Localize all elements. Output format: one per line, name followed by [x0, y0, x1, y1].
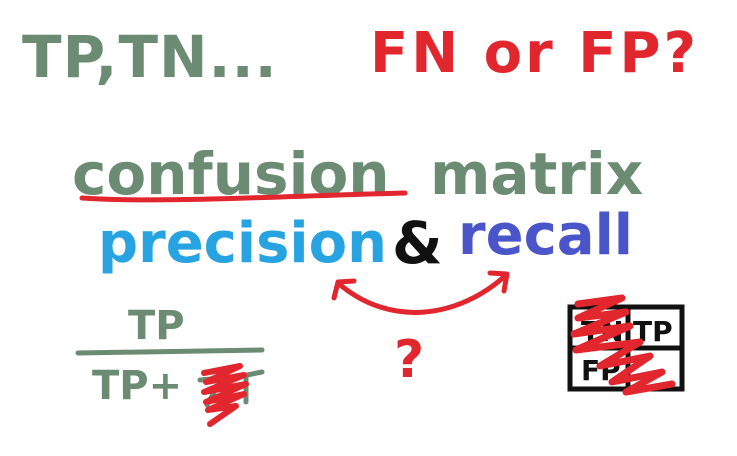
fn-or-fp-question: FN or FP?: [370, 21, 699, 86]
denominator-scribble: [201, 363, 249, 427]
matrix-word: matrix: [430, 140, 644, 208]
ampersand: &: [392, 209, 443, 277]
matrix-box-bottom-left-label: FP: [581, 354, 621, 387]
matrix-box-top-left-label: TN: [581, 315, 624, 348]
denominator-erased-term: [197, 369, 265, 408]
tp-tn-note: TP,TN...: [22, 23, 278, 91]
precision-word: precision: [98, 211, 387, 276]
arrow-head-left-icon: [331, 278, 357, 301]
question-mark: ?: [394, 330, 425, 390]
whiteboard-canvas: TP,TN... FN or FP? confusion matrix prec…: [0, 0, 737, 456]
fraction-numerator: TP: [128, 303, 185, 349]
fraction-bar: [75, 347, 265, 356]
confusion-word: confusion: [72, 140, 390, 208]
arrow-head-right-icon: [487, 270, 510, 294]
recall-word: recall: [458, 203, 633, 268]
fraction-denominator: TP+: [92, 363, 183, 409]
precision-recall-arrow: [335, 273, 508, 315]
matrix-box-top-right-label: TP: [633, 315, 673, 348]
